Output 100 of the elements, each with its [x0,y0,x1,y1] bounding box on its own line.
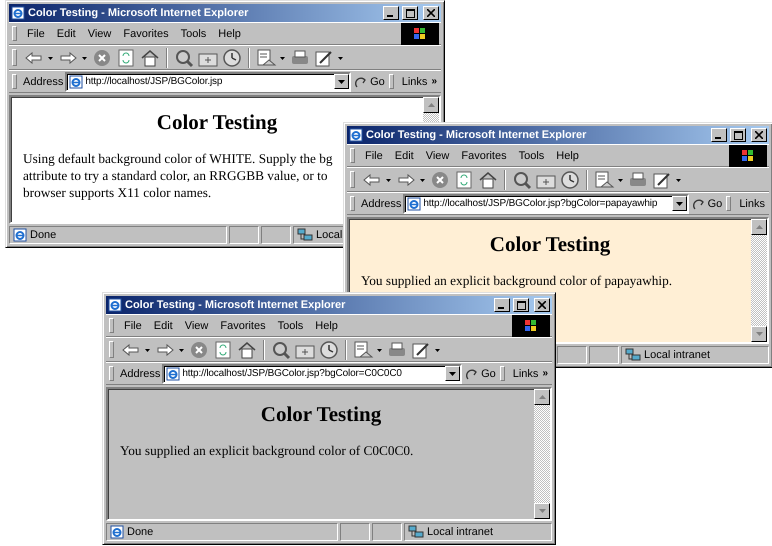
go-button[interactable]: Go [462,366,499,380]
menu-item[interactable]: Help [550,150,585,162]
page-icon [69,74,84,88]
links-button[interactable]: Links [402,76,428,88]
links-button[interactable]: Links [739,198,765,210]
home-icon[interactable] [139,48,161,68]
maximize-button[interactable] [513,298,529,312]
mail-icon[interactable] [255,48,277,68]
close-icon [538,301,546,309]
menu-item[interactable]: Tools [512,150,550,162]
maximize-icon [406,8,414,18]
menu-item[interactable]: Favorites [214,320,272,332]
scroll-up-button[interactable] [534,389,550,405]
status-pane [340,523,370,541]
more-chevron[interactable]: » [431,76,437,86]
address-label: Address [22,76,64,88]
scroll-down-button[interactable] [534,503,550,519]
menu-item[interactable]: Help [212,28,247,40]
more-chevron[interactable]: » [542,368,548,378]
search-icon[interactable] [511,170,533,190]
windows-logo-icon [401,22,439,44]
caret-icon [338,80,346,84]
caret-icon [449,372,456,376]
clock-icon[interactable] [221,48,243,68]
address-field[interactable]: http://localhost/JSP/BGColor.jsp?bgColor=papayawhip [403,194,689,214]
menu-item[interactable]: Help [309,320,344,332]
window-title: Color Testing - Microsoft Internet Explorer [366,129,588,141]
minimize-button[interactable] [711,128,727,142]
mail-icon[interactable] [593,170,615,190]
down-arrow-icon [756,332,762,336]
up-arrow-icon [428,103,434,107]
page-icon [13,228,27,242]
caret-icon [676,202,683,206]
up-arrow-icon [756,225,762,229]
go-button[interactable]: Go [688,196,726,210]
menu-item[interactable]: Edit [148,320,179,332]
menu-item[interactable]: File [359,150,389,162]
search-icon[interactable] [270,340,292,360]
menu-item[interactable]: Tools [272,320,310,332]
down-arrow-icon [538,509,546,513]
dropdown-button[interactable] [672,196,687,211]
menu-item[interactable]: Tools [174,28,212,40]
status-pane [229,226,259,244]
menu-item[interactable]: View [178,320,214,332]
status-pane [557,346,587,364]
page-icon [110,525,124,539]
page-paragraph: You supplied an explicit background color of papayawhip. [361,272,672,289]
menu-item[interactable]: View [82,28,118,40]
page-paragraph: You supplied an explicit background color of C0C0C0. [120,442,414,459]
address-field[interactable]: http://localhost/JSP/BGColor.jsp?bgColor=C0C0C0 [162,364,462,384]
close-button[interactable] [751,128,767,142]
network-icon [625,348,641,362]
dropdown-button[interactable] [334,74,350,89]
home-icon[interactable] [236,340,258,360]
maximize-icon [516,300,526,310]
zone-label: Local intranet [621,346,769,364]
minimize-button[interactable] [494,298,510,312]
dropdown-button[interactable] [445,366,460,381]
network-icon [408,525,424,539]
go-arrow-icon [465,366,480,380]
close-icon [427,9,435,17]
browser-icon [108,298,122,312]
menu-item[interactable]: File [21,28,51,40]
status-pane [372,523,402,541]
address-field[interactable]: http://localhost/JSP/BGColor.jsp [65,72,352,92]
go-button[interactable]: Go [351,74,388,88]
window-title: Color Testing - Microsoft Internet Explorer [28,7,250,19]
search-icon[interactable] [173,48,195,68]
clock-icon[interactable] [318,340,340,360]
close-button[interactable] [423,6,439,20]
maximize-button[interactable] [730,128,746,142]
minimize-button[interactable] [383,6,399,20]
page-icon [166,366,180,380]
network-icon [297,228,313,242]
menu-item[interactable]: View [420,150,456,162]
home-icon[interactable] [477,170,499,190]
page-icon [407,196,422,210]
go-arrow-icon [692,196,706,210]
close-button[interactable] [534,298,550,312]
menu-item[interactable]: Edit [388,150,420,162]
scroll-up-button[interactable] [423,97,439,113]
browser-icon [349,128,363,142]
mail-icon[interactable] [352,340,374,360]
window-title: Color Testing - Microsoft Internet Explorer [125,299,346,311]
clock-icon[interactable] [559,170,581,190]
menu-item[interactable]: Edit [50,28,82,40]
address-label: Address [360,198,402,210]
maximize-button[interactable] [402,6,418,20]
menu-item[interactable]: Favorites [117,28,175,40]
zone-label: Local intranet [404,523,552,541]
menu-item[interactable]: File [118,320,148,332]
up-arrow-icon [538,395,546,399]
close-icon [755,131,763,139]
scroll-down-button[interactable] [751,326,767,342]
page-heading: Color Testing [490,232,610,256]
links-button[interactable]: Links [512,368,538,380]
windows-logo-icon [729,144,767,166]
page-heading: Color Testing [156,110,278,134]
scroll-up-button[interactable] [751,219,767,235]
menu-item[interactable]: Favorites [455,150,513,162]
